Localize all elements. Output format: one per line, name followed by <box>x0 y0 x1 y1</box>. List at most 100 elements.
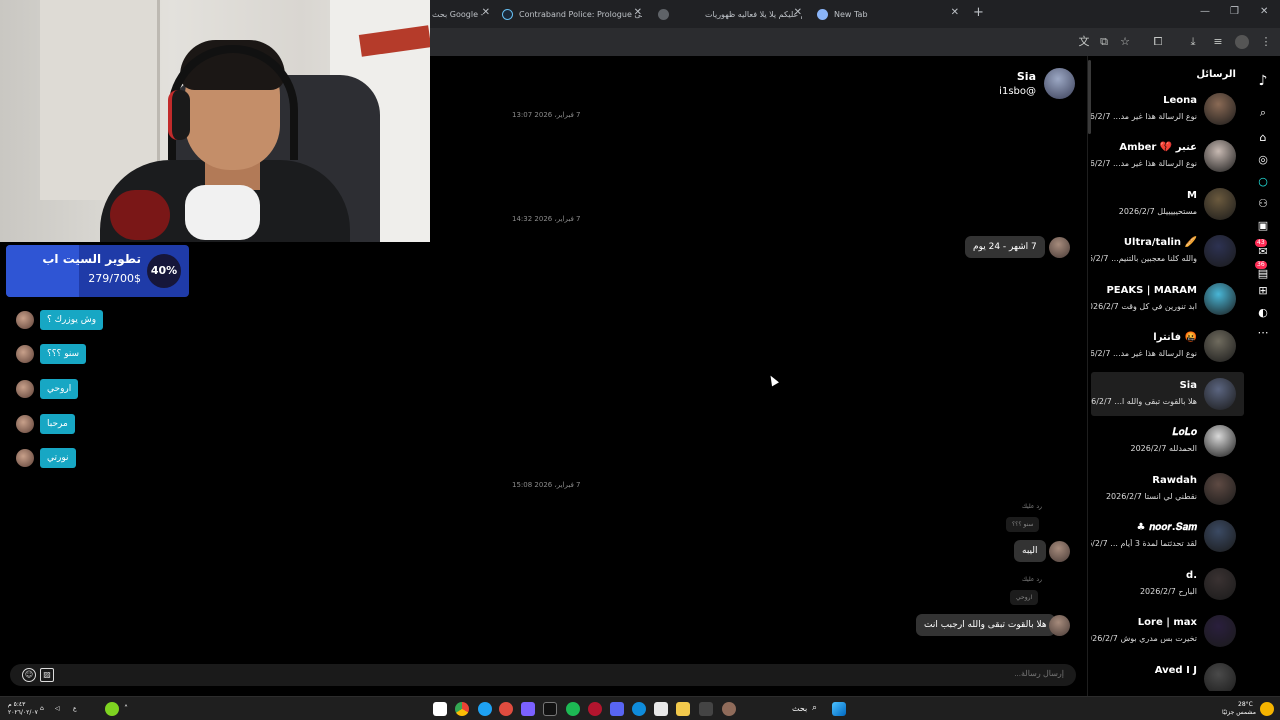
chrome-icon[interactable] <box>455 702 469 716</box>
conversation-list-item[interactable]: Leona نوع الرسالة هذا غير مد... 2026/2/7 <box>1091 87 1244 131</box>
conversation-list-item[interactable]: Rawdah نقطني لي انستا 2026/2/7 <box>1091 467 1244 511</box>
search-icon[interactable]: ⌕ <box>1256 106 1270 120</box>
close-icon[interactable]: ✕ <box>634 7 642 18</box>
inbox-icon[interactable]: ▤ <box>1256 267 1270 281</box>
file-explorer-icon[interactable] <box>676 702 690 716</box>
date-separator: 7 فبراير، 2026 15:08 <box>512 481 581 489</box>
conversation-list-item[interactable]: M مستحيييييلل 2026/2/7 <box>1091 182 1244 226</box>
weather-sun-icon[interactable] <box>1260 702 1274 716</box>
close-icon[interactable]: ✕ <box>794 7 802 18</box>
following-circle-icon[interactable]: ○ <box>1256 175 1270 189</box>
overlay-chat-row: نورتي <box>16 448 76 468</box>
webcam-red-scarf <box>110 190 170 240</box>
menu-kebab-icon[interactable]: ⋮ <box>1259 35 1273 49</box>
taskbar-date[interactable]: ٢٠٢٦/٠٢/٠٧ <box>8 709 38 716</box>
upload-plus-icon[interactable]: ⊞ <box>1256 284 1270 298</box>
tab-label: New Tab <box>834 9 868 19</box>
app-icon[interactable] <box>521 702 535 716</box>
date-separator: 7 فبراير، 2026 14:32 <box>512 215 581 223</box>
conversation-item-name: M <box>1187 190 1197 201</box>
minimize-icon[interactable]: — <box>1200 6 1210 17</box>
message-bubble[interactable]: اليبه <box>1014 540 1046 562</box>
conversation-list-item[interactable]: ♣ 𝒏𝒐𝒐𝒓.𝑺𝒂𝒎 لقد تحدثتما لمدة 3 أيام ... 2… <box>1091 514 1244 558</box>
weather-description[interactable]: مشمس جزئيًا <box>1222 709 1256 716</box>
terminal-icon[interactable] <box>543 702 557 716</box>
tray-chevron-icon[interactable]: ˄ <box>124 704 128 713</box>
close-icon[interactable]: ✕ <box>951 7 959 18</box>
conversation-list-item[interactable]: d. البارح 2026/2/7 <box>1091 562 1244 606</box>
conversation-list-item[interactable]: Aved I J <box>1091 657 1244 691</box>
conversation-list-item[interactable]: Ultra/talin 🥖 والله كلنا معجبين بالتنيم.… <box>1091 229 1244 273</box>
camera-app-icon[interactable] <box>433 702 447 716</box>
reply-quote: سنو ؟؟؟ <box>1006 517 1040 532</box>
avatar <box>1204 235 1236 267</box>
store-icon[interactable] <box>654 702 668 716</box>
notification-icon[interactable]: ⌂ <box>40 705 44 712</box>
media-controls-icon[interactable]: ≡ <box>1211 35 1225 49</box>
conversation-list-item[interactable]: Lore | max تخيرت بس مدري بوش 2026/2/7 <box>1091 609 1244 653</box>
live-icon[interactable]: ▣ <box>1256 219 1270 233</box>
conversation-item-name: Lore | max <box>1137 617 1197 628</box>
window-close-icon[interactable]: ✕ <box>1260 6 1268 17</box>
search-icon[interactable]: ⌕ <box>812 703 817 713</box>
spotify-icon[interactable] <box>566 702 580 716</box>
message-composer[interactable]: ☺ ▨ <box>10 664 1076 686</box>
download-icon[interactable]: ⤓ <box>1186 35 1200 49</box>
close-icon[interactable]: ✕ <box>482 7 490 18</box>
taskbar-search-label[interactable]: بحث <box>792 704 807 713</box>
app-icon[interactable] <box>499 702 513 716</box>
avatar <box>1204 188 1236 220</box>
messages-icon[interactable]: ✉ <box>1256 245 1270 259</box>
maximize-icon[interactable]: ❐ <box>1230 6 1239 17</box>
speaker-icon[interactable]: ◁ <box>55 705 60 712</box>
translate-icon[interactable]: 文 <box>1077 35 1091 49</box>
bookmark-star-icon[interactable]: ☆ <box>1118 35 1132 49</box>
donation-goal-widget: تطوير السيت اب 279/700$ 40% <box>6 245 189 297</box>
edge-icon[interactable] <box>632 702 646 716</box>
home-icon[interactable]: ⌂ <box>1256 131 1270 145</box>
sidebar-divider <box>1087 56 1088 696</box>
browser-toolbar: 文 ⧉ ☆ ⧠ ⤓ ≡ ⋮ <box>430 28 1280 56</box>
tiktok-logo-icon[interactable]: ♪ <box>1256 74 1270 88</box>
overlay-chat-message: مرحبا <box>40 414 75 434</box>
app-icon[interactable] <box>588 702 602 716</box>
explore-icon[interactable]: ◎ <box>1256 153 1270 167</box>
weather-temperature[interactable]: 28°C <box>1238 701 1253 708</box>
conversation-avatar[interactable] <box>1044 68 1075 99</box>
language-indicator[interactable]: ع <box>73 705 77 712</box>
conversation-list-item[interactable]: فانترا 🤬 نوع الرسالة هذا غير مد... 2026/… <box>1091 324 1244 368</box>
steam-icon <box>502 8 513 20</box>
tab-new-tab[interactable]: New Tab ✕ <box>817 4 959 24</box>
profile-icon[interactable]: ◐ <box>1256 306 1270 320</box>
tab-steam[interactable]: Contraband Police: Prologue على Steam ✕ <box>502 4 642 24</box>
emoji-icon[interactable]: ☺ <box>22 668 36 682</box>
extensions-icon[interactable]: ⧠ <box>1151 35 1165 49</box>
message-bubble[interactable]: هلا بالقوت تبقى والله ارجبب انت <box>916 614 1055 636</box>
install-app-icon[interactable]: ⧉ <box>1097 35 1111 49</box>
conversation-name[interactable]: Sia <box>1017 70 1036 83</box>
conversation-list-item[interactable]: Amber 💔 عنبر نوع الرسالة هذا غير مد... 2… <box>1091 134 1244 178</box>
windows-start-icon[interactable] <box>832 702 846 716</box>
app-icon[interactable] <box>699 702 713 716</box>
app-icon[interactable] <box>478 702 492 716</box>
profile-avatar-icon[interactable] <box>1235 35 1249 49</box>
tab-google-search[interactable]: بحث Google - ✕ <box>432 4 490 24</box>
conversation-item-preview: ابد تنورين في كل وقت 2026/2/7 <box>1091 302 1197 311</box>
new-tab-plus-icon[interactable]: + <box>973 5 984 20</box>
avatar <box>1204 140 1236 172</box>
tab-tiktok-live[interactable]: السلام عليكم يلا يلا فعاليه ظهوريات ✕ <box>658 4 802 24</box>
message-bubble[interactable]: 7 اشهر - 24 يوم <box>965 236 1045 258</box>
taskbar-time[interactable]: ٥:٤٣ م <box>8 701 25 708</box>
conversation-list-item[interactable]: PEAKS | MARAM ابد تنورين في كل وقت 2026/… <box>1091 277 1244 321</box>
app-icon[interactable] <box>722 702 736 716</box>
message-input[interactable] <box>954 669 1064 678</box>
conversation-list-item[interactable]: 𝑳𝒐𝑳𝒐 الحمدلله 2026/2/7 <box>1091 419 1244 463</box>
tray-app-icon[interactable] <box>105 702 119 716</box>
app-icon[interactable] <box>610 702 624 716</box>
conversation-item-preview: نقطني لي انستا 2026/2/7 <box>1105 492 1197 501</box>
avatar <box>1204 663 1236 691</box>
friends-icon[interactable]: ⚇ <box>1256 197 1270 211</box>
image-upload-icon[interactable]: ▨ <box>40 668 54 682</box>
conversation-list-item-active[interactable]: Sia هلا بالقوت تبقى والله ا... 2026/2/7 <box>1091 372 1244 416</box>
more-dots-icon[interactable]: ⋯ <box>1256 326 1270 340</box>
